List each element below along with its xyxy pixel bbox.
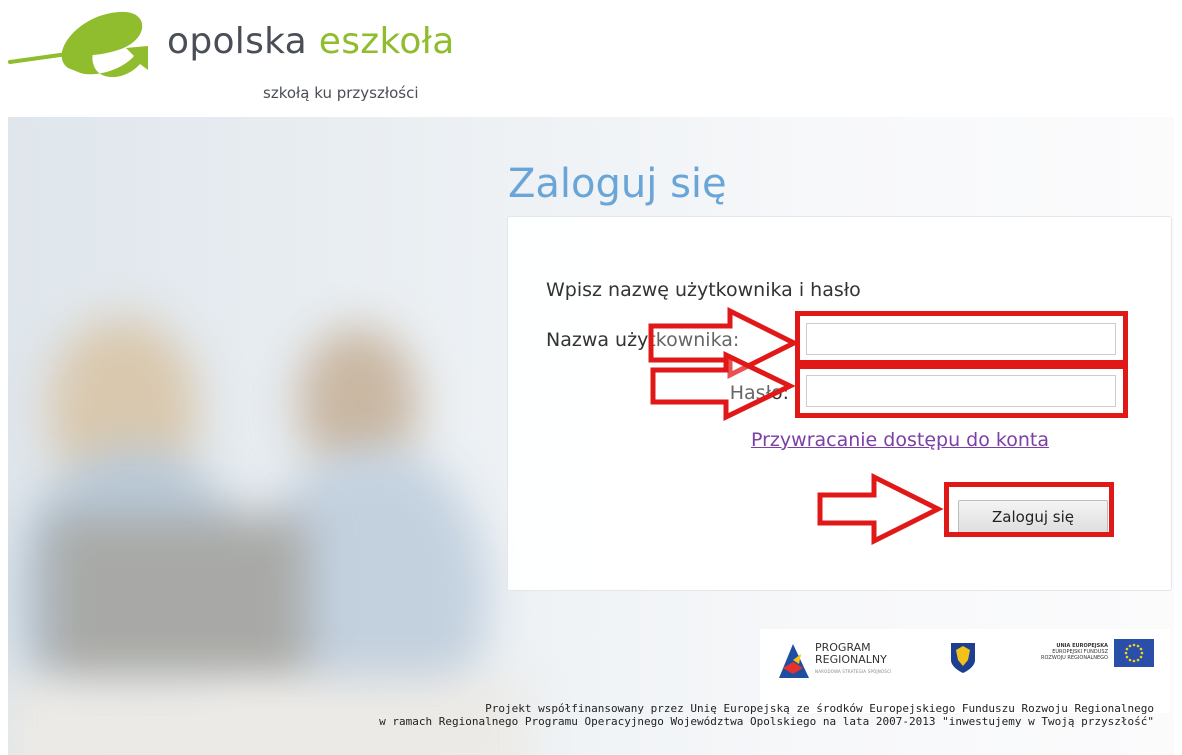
arrow-right-icon [650,351,796,421]
program-line3: NARODOWA STRATEGIA SPÓJNOŚCI [815,669,892,674]
brand-name-part2: eszkoła [318,21,455,62]
arrow-right-icon [817,472,944,546]
eu-flag-icon [1114,639,1154,667]
funding-logos: PROGRAM REGIONALNY NARODOWA STRATEGIA SP… [760,629,1170,713]
funding-footer-line2: w ramach Regionalnego Programu Operacyjn… [379,715,1154,728]
program-regionalny-logo-icon [779,644,809,678]
brand-tagline: szkołą ku przyszłości [263,84,419,102]
login-hero: Zaloguj się Wpisz nazwę użytkownika i ha… [8,117,1174,755]
eszkola-logo-icon [8,11,149,78]
eu-line3: ROZWOJU REGIONALNEGO [1040,655,1108,661]
funding-footer-line1: Projekt współfinansowany przez Unię Euro… [485,702,1154,715]
site-header: opolska eszkoła szkołą ku przyszłości [0,0,1182,112]
program-regionalny-text: PROGRAM REGIONALNY NARODOWA STRATEGIA SP… [815,642,891,678]
program-line2: REGIONALNY [815,653,887,666]
brand-name-part1: opolska [167,21,319,62]
eu-fund-text: UNIA EUROPEJSKA EUROPEJSKI FUNDUSZ ROZWO… [1030,643,1108,661]
opolskie-crest-icon [951,643,975,673]
arrow-right-icon [648,306,800,380]
funding-footer: Projekt współfinansowany przez Unię Euro… [8,702,1154,728]
brand-name: opolska eszkoła [167,24,455,60]
